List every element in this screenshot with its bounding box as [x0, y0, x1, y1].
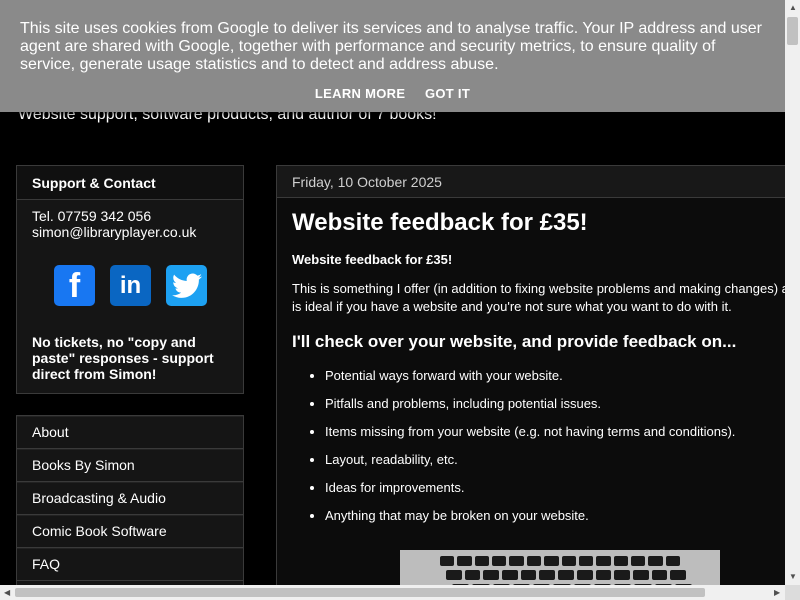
list-item: Anything that may be broken on your webs…: [325, 508, 780, 524]
menu-item-books[interactable]: Books By Simon: [17, 449, 243, 482]
support-phone: Tel. 07759 342 056: [32, 208, 152, 224]
post-date: Friday, 10 October 2025: [277, 166, 785, 198]
cookie-banner: This site uses cookies from Google to de…: [0, 0, 785, 112]
post-paragraph: This is something I offer (in addition t…: [292, 281, 785, 314]
scroll-right-icon[interactable]: ▶: [774, 589, 780, 597]
support-note: No tickets, no "copy and paste" response…: [32, 334, 214, 382]
twitter-icon[interactable]: [166, 265, 207, 306]
scroll-down-icon[interactable]: ▼: [789, 573, 797, 581]
scroll-left-icon[interactable]: ◀: [4, 589, 10, 597]
list-item: Layout, readability, etc.: [325, 452, 780, 468]
vertical-scrollbar[interactable]: ▲ ▼: [785, 0, 800, 585]
linkedin-icon[interactable]: in: [110, 265, 151, 306]
feedback-list: Potential ways forward with your website…: [292, 368, 780, 524]
pages-menu: About Books By Simon Broadcasting & Audi…: [16, 415, 244, 585]
post-subtitle: Website feedback for £35!: [292, 252, 453, 267]
page-viewport: Website support, software products, and …: [0, 0, 785, 585]
keyboard-image: [400, 550, 720, 585]
facebook-icon[interactable]: f: [54, 265, 95, 306]
support-widget-title: Support & Contact: [17, 166, 243, 200]
post-heading: I'll check over your website, and provid…: [292, 332, 737, 351]
post-title[interactable]: Website feedback for £35!: [292, 208, 780, 238]
support-contact-widget: Support & Contact Tel. 07759 342 056 sim…: [16, 165, 244, 394]
social-links: f in: [54, 265, 228, 306]
got-it-button[interactable]: GOT IT: [425, 86, 470, 101]
list-item: Ideas for improvements.: [325, 480, 780, 496]
blog-post: Friday, 10 October 2025 Website feedback…: [276, 165, 785, 585]
menu-item-about[interactable]: About: [17, 416, 243, 449]
menu-item-faq[interactable]: FAQ: [17, 548, 243, 581]
menu-item-comic-software[interactable]: Comic Book Software: [17, 515, 243, 548]
cookie-text: This site uses cookies from Google to de…: [20, 20, 763, 73]
horizontal-scroll-thumb[interactable]: [15, 588, 705, 597]
vertical-scroll-thumb[interactable]: [787, 17, 798, 45]
horizontal-scrollbar[interactable]: ◀ ▶: [0, 585, 785, 600]
list-item: Potential ways forward with your website…: [325, 368, 780, 384]
scrollbar-corner: [785, 585, 800, 600]
list-item: Items missing from your website (e.g. no…: [325, 424, 780, 440]
list-item: Pitfalls and problems, including potenti…: [325, 396, 780, 412]
menu-item-broadcasting[interactable]: Broadcasting & Audio: [17, 482, 243, 515]
learn-more-button[interactable]: LEARN MORE: [315, 86, 405, 101]
scroll-up-icon[interactable]: ▲: [789, 4, 797, 12]
support-email[interactable]: simon@libraryplayer.co.uk: [32, 224, 228, 240]
